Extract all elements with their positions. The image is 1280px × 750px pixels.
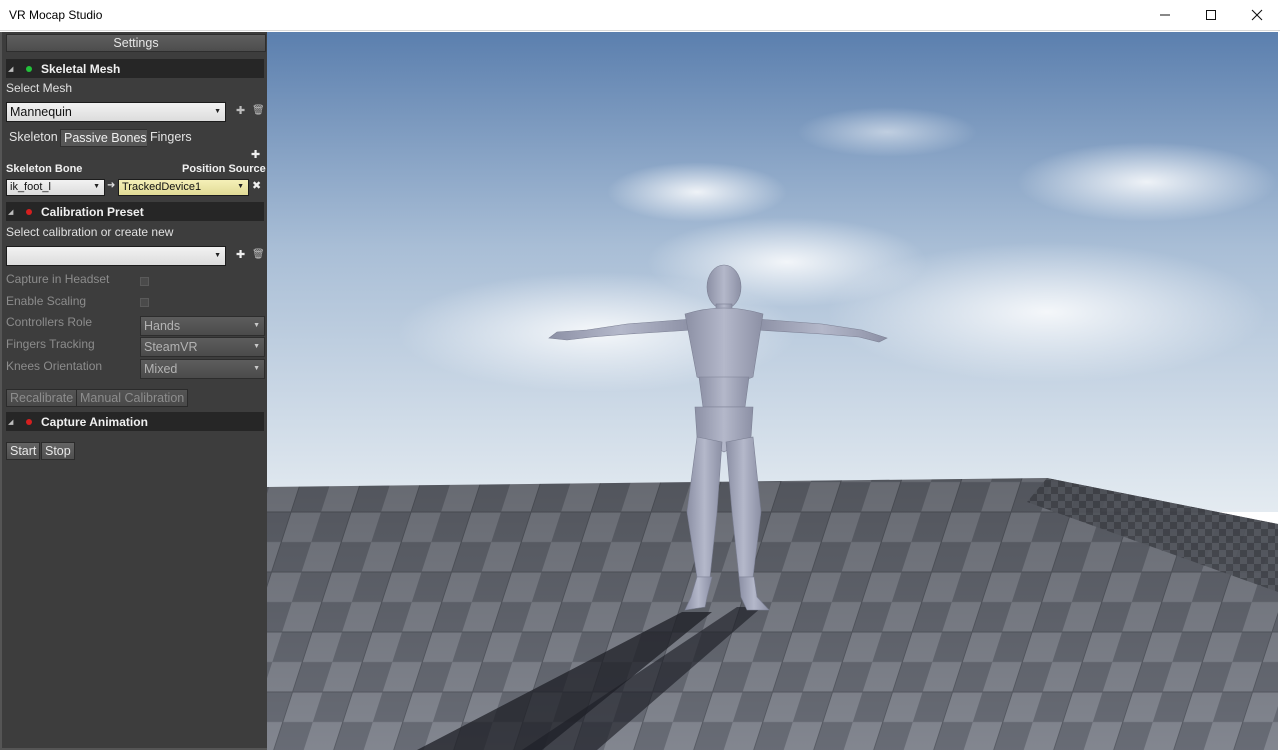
position-source-value: TrackedDevice1 [122,181,202,193]
section-title: Calibration Preset [41,204,144,219]
fingers-tracking-value: SteamVR [144,340,198,354]
status-dot-icon [26,65,32,72]
collapse-triangle-icon: ◢ [8,208,14,216]
controllers-role-select[interactable]: Hands ▼ [140,316,265,336]
section-title: Capture Animation [41,414,148,429]
controllers-role-value: Hands [144,319,181,333]
arrow-right-icon: ➜ [107,180,116,191]
settings-header: Settings [6,34,266,52]
skeletal-mesh-section-header[interactable]: ◢ Skeletal Mesh [6,59,264,78]
minimize-button[interactable] [1142,0,1188,31]
knees-orientation-select[interactable]: Mixed ▼ [140,359,265,379]
bone-select[interactable]: ik_foot_l ▼ [6,179,105,196]
add-mesh-icon[interactable]: ✚ [236,106,245,117]
fingers-tracking-label: Fingers Tracking [6,337,95,351]
dropdown-arrow-icon: ▼ [253,365,260,372]
controllers-role-label: Controllers Role [6,315,93,329]
position-source-header: Position Source [182,163,266,175]
viewport-3d[interactable] [267,32,1278,750]
collapse-triangle-icon: ◢ [8,65,14,73]
dropdown-arrow-icon: ▼ [253,343,260,350]
tab-passive-bones[interactable]: Passive Bones [60,129,151,147]
mesh-select-value: Mannequin [10,105,72,119]
mesh-select[interactable]: Mannequin ▼ [6,102,226,122]
add-bone-icon[interactable]: ✚ [251,150,260,161]
start-button[interactable]: Start [6,442,41,460]
dropdown-arrow-icon: ▼ [214,108,221,115]
maximize-button[interactable] [1188,0,1234,31]
position-source-select[interactable]: TrackedDevice1 ▼ [118,179,249,196]
manual-calibration-button[interactable]: Manual Calibration [76,389,189,407]
minimize-icon [1160,14,1170,16]
dropdown-arrow-icon: ▼ [237,183,244,190]
status-dot-icon [26,418,32,425]
capture-in-headset-checkbox[interactable] [140,277,149,286]
skeleton-bone-header: Skeleton Bone [6,163,83,175]
enable-scaling-label: Enable Scaling [6,294,87,308]
bone-select-value: ik_foot_l [10,181,51,193]
enable-scaling-checkbox[interactable] [140,298,149,307]
remove-bone-icon[interactable]: ✖ [252,181,261,192]
fingers-tracking-select[interactable]: SteamVR ▼ [140,337,265,357]
collapse-triangle-icon: ◢ [8,418,14,426]
close-button[interactable] [1234,0,1280,31]
calibration-select[interactable]: ▼ [6,246,226,266]
select-calibration-label: Select calibration or create new [6,225,174,239]
delete-calibration-icon[interactable]: 🗑 [252,250,265,260]
delete-mesh-icon[interactable]: 🗑 [252,106,265,116]
close-icon [1251,9,1263,21]
dropdown-arrow-icon: ▼ [214,252,221,259]
section-title: Skeletal Mesh [41,61,121,76]
settings-panel: Settings ◢ Skeletal Mesh Select Mesh Man… [0,32,267,750]
calibration-preset-section-header[interactable]: ◢ Calibration Preset [6,202,264,221]
select-mesh-label: Select Mesh [6,81,73,95]
dropdown-arrow-icon: ▼ [93,183,100,190]
maximize-icon [1206,10,1216,20]
tab-skeleton[interactable]: Skeleton [6,129,61,147]
tab-fingers[interactable]: Fingers [147,129,195,147]
status-dot-icon [26,208,32,215]
add-calibration-icon[interactable]: ✚ [236,250,245,261]
recalibrate-button[interactable]: Recalibrate [6,389,78,407]
knees-orientation-label: Knees Orientation [6,359,103,373]
knees-orientation-value: Mixed [144,362,178,376]
capture-in-headset-label: Capture in Headset [6,272,110,286]
scene-render[interactable] [267,32,1278,750]
window-title: VR Mocap Studio [9,8,103,22]
dropdown-arrow-icon: ▼ [253,322,260,329]
stop-button[interactable]: Stop [41,442,75,460]
capture-animation-section-header[interactable]: ◢ Capture Animation [6,412,264,431]
floor-shading [267,478,1278,750]
title-bar: VR Mocap Studio [0,0,1280,31]
